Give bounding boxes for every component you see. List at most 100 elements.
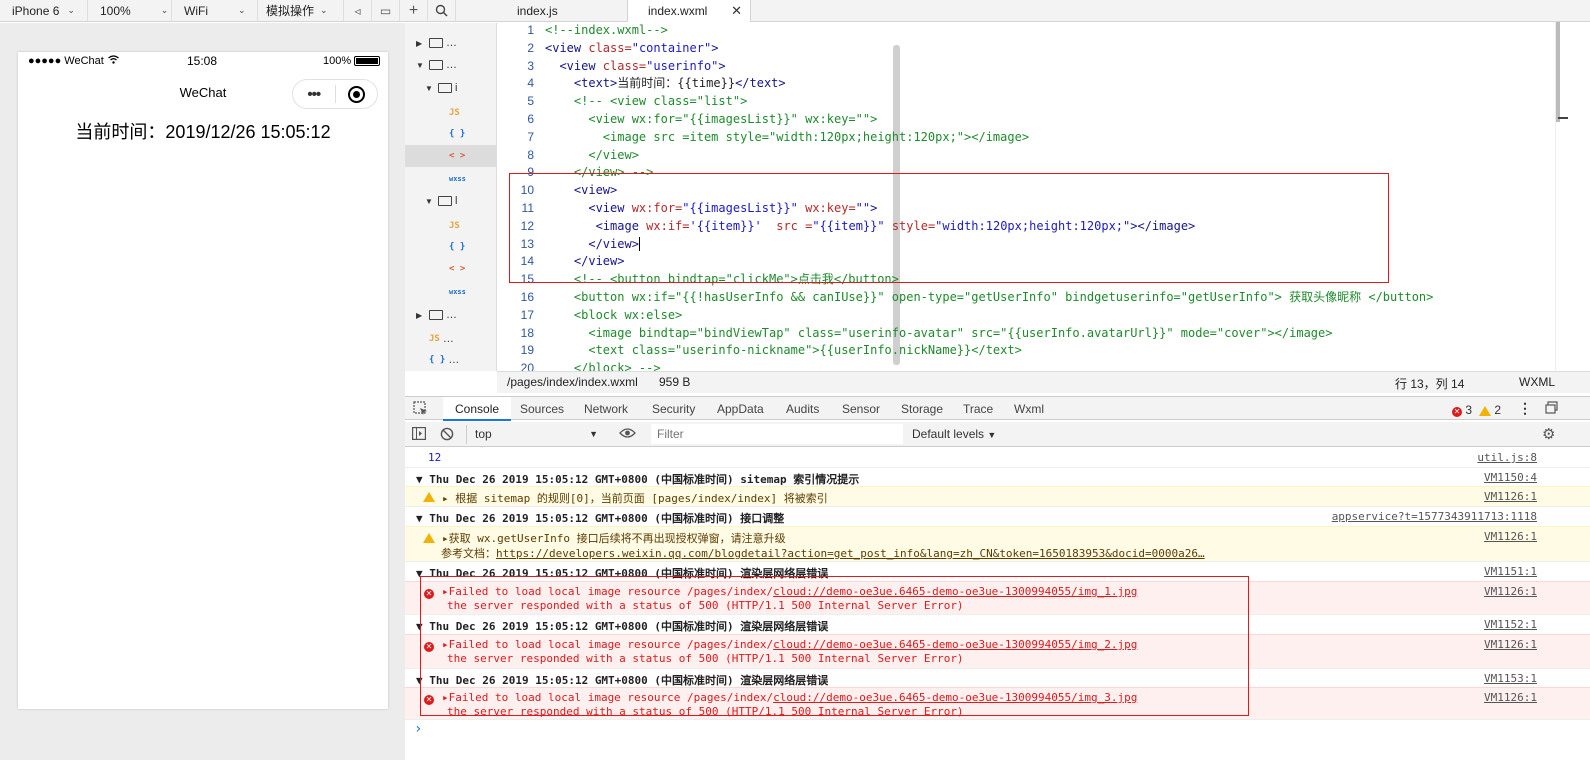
tree-folder[interactable]: ▶… xyxy=(416,304,457,326)
source-link[interactable]: VM1126:1 xyxy=(1484,530,1537,543)
source-link[interactable]: VM1153:1 xyxy=(1484,672,1537,685)
close-mini-program-icon[interactable] xyxy=(336,85,378,103)
tab-trace[interactable]: Trace xyxy=(963,397,993,421)
chevron-down-icon: ⌄ xyxy=(67,5,75,15)
wxml-file-icon: < > xyxy=(449,264,466,274)
code-line: <!-- <view class="list"> xyxy=(545,93,1555,111)
source-link[interactable]: util.js:8 xyxy=(1477,451,1537,464)
tree-file-wxss[interactable]: wxss xyxy=(449,281,466,303)
group-header[interactable]: ▼ Thu Dec 26 2019 15:05:12 GMT+0800 (中国标… xyxy=(405,506,1590,526)
error-icon: ✕ xyxy=(1452,407,1462,417)
source-link[interactable]: VM1126:1 xyxy=(1484,691,1537,704)
more-icon[interactable]: ••• xyxy=(293,86,335,103)
tree-folder[interactable]: ▶… xyxy=(416,32,457,54)
line-number: 20 xyxy=(520,361,534,371)
inspect-icon[interactable] xyxy=(413,401,428,419)
minimap-marker xyxy=(1558,117,1568,119)
tab-wxml[interactable]: Wxml xyxy=(1014,397,1044,421)
device-select[interactable]: iPhone 6 ⌄ xyxy=(0,0,88,22)
tree-folder[interactable]: ▼ l xyxy=(425,190,457,212)
tab-security[interactable]: Security xyxy=(652,397,695,421)
sidebar-toggle-icon[interactable] xyxy=(412,427,427,443)
source-link[interactable]: VM1126:1 xyxy=(1484,490,1537,503)
chevron-down-icon: ⌄ xyxy=(160,5,169,15)
error-count-badge[interactable]: ✕ 3 xyxy=(1452,403,1472,417)
zoom-label: 100% xyxy=(100,3,131,18)
source-link[interactable]: VM1126:1 xyxy=(1484,585,1537,598)
add-icon[interactable]: + xyxy=(400,0,428,22)
source-link[interactable]: appservice?t=1577343911713:1118 xyxy=(1332,510,1537,523)
levels-label: Default levels xyxy=(912,427,985,441)
tree-folder[interactable]: ▼… xyxy=(416,54,457,76)
tree-file-wxss[interactable]: wxss xyxy=(449,168,466,190)
editor-scrollbar[interactable] xyxy=(1555,22,1590,371)
tree-file-js[interactable]: JS xyxy=(449,215,460,237)
settings-gear-icon[interactable]: ⚙ xyxy=(1542,425,1555,443)
eye-icon[interactable] xyxy=(619,427,636,442)
code-line: <image bindtap="bindViewTap" class="user… xyxy=(545,325,1555,343)
tab-sensor[interactable]: Sensor xyxy=(842,397,880,421)
tree-file-wxml[interactable]: < > xyxy=(449,258,465,280)
chevron-down-icon: ⌄ xyxy=(320,5,328,15)
context-select[interactable]: top ▼ xyxy=(466,425,604,444)
file-path: /pages/index/index.wxml xyxy=(507,375,638,389)
source-link[interactable]: VM1152:1 xyxy=(1484,618,1537,631)
code-token: <block wx:else> xyxy=(545,307,683,322)
language-mode[interactable]: WXML xyxy=(1519,375,1555,389)
tab-label: index.js xyxy=(517,4,558,18)
tree-file-js[interactable]: JS xyxy=(449,102,460,124)
code-token: "container" xyxy=(631,40,712,55)
tree-file-json[interactable]: { } … xyxy=(429,349,459,371)
chevron-down-icon: ▼ xyxy=(987,430,997,440)
tab-network[interactable]: Network xyxy=(584,397,628,421)
source-link[interactable]: VM1126:1 xyxy=(1484,638,1537,651)
source-link[interactable]: VM1150:4 xyxy=(1484,471,1537,484)
tree-file-wxml-selected[interactable]: < > xyxy=(405,145,496,167)
file-size: 959 B xyxy=(659,375,691,389)
tree-file-json[interactable]: { } xyxy=(449,236,465,258)
operation-label: 模拟操作 xyxy=(266,4,315,18)
close-icon[interactable]: ✕ xyxy=(731,3,742,19)
tab-index-wxml[interactable]: index.wxml ✕ xyxy=(627,0,751,22)
folder-icon xyxy=(429,310,443,320)
tab-console[interactable]: Console xyxy=(443,397,512,421)
log-levels-select[interactable]: Default levels ▼ xyxy=(912,425,996,445)
tab-index-js[interactable]: index.js xyxy=(497,0,627,22)
menu-capsule: ••• xyxy=(292,79,378,109)
battery-icon xyxy=(354,56,380,66)
volume-icon[interactable]: ◃ xyxy=(344,0,372,22)
tree-folder[interactable]: ▼ i xyxy=(425,77,457,99)
code-token: </text> xyxy=(735,76,786,91)
more-vertical-icon[interactable]: ⋮ xyxy=(1518,400,1532,417)
warning-count-badge[interactable]: 2 xyxy=(1479,403,1501,417)
code-line: <view wx:for="{{imagesList}}" wx:key=""> xyxy=(545,111,1555,129)
highlight-box xyxy=(420,576,1249,716)
tab-sources[interactable]: Sources xyxy=(520,397,564,421)
console-toolbar: top ▼ Default levels ▼ ⚙ xyxy=(405,422,1590,447)
operation-select[interactable]: 模拟操作 ⌄ xyxy=(258,0,344,22)
zoom-select[interactable]: 100% ⌄ xyxy=(88,0,172,22)
source-link[interactable]: VM1151:1 xyxy=(1484,565,1537,578)
json-file-icon: { } xyxy=(449,129,466,139)
undock-icon[interactable] xyxy=(1545,401,1558,417)
network-select[interactable]: WiFi ⌄ xyxy=(172,0,258,22)
scrollbar-thumb[interactable] xyxy=(1556,22,1560,122)
warning-row[interactable]: ▸获取 wx.getUserInfo 接口后续将不再出现授权弹窗，请注意升级 参… xyxy=(405,526,1590,561)
doc-link[interactable]: https://developers.weixin.qq.com/blogdet… xyxy=(496,547,1205,560)
console-filter-input[interactable] xyxy=(651,424,903,444)
warning-row[interactable]: ▸ 根据 sitemap 的规则[0]，当前页面 [pages/index/in… xyxy=(405,486,1590,506)
tab-storage[interactable]: Storage xyxy=(901,397,943,421)
code-line: <text class="userinfo-nickname">{{userIn… xyxy=(545,342,1555,360)
tab-audits[interactable]: Audits xyxy=(786,397,819,421)
window-icon[interactable]: ▭ xyxy=(372,0,400,22)
tree-file-json[interactable]: { } xyxy=(449,123,465,145)
tree-file-js[interactable]: JS … xyxy=(429,328,454,350)
code-token: class= xyxy=(588,40,632,55)
group-header[interactable]: ▼ Thu Dec 26 2019 15:05:12 GMT+0800 (中国标… xyxy=(405,467,1590,486)
battery-label: 100% xyxy=(323,55,352,67)
console-prompt-row[interactable]: › xyxy=(405,719,1590,739)
clear-console-icon[interactable] xyxy=(440,427,454,444)
tab-appdata[interactable]: AppData xyxy=(717,397,764,421)
clock-label: 15:08 xyxy=(187,54,218,68)
search-icon[interactable] xyxy=(428,0,456,22)
